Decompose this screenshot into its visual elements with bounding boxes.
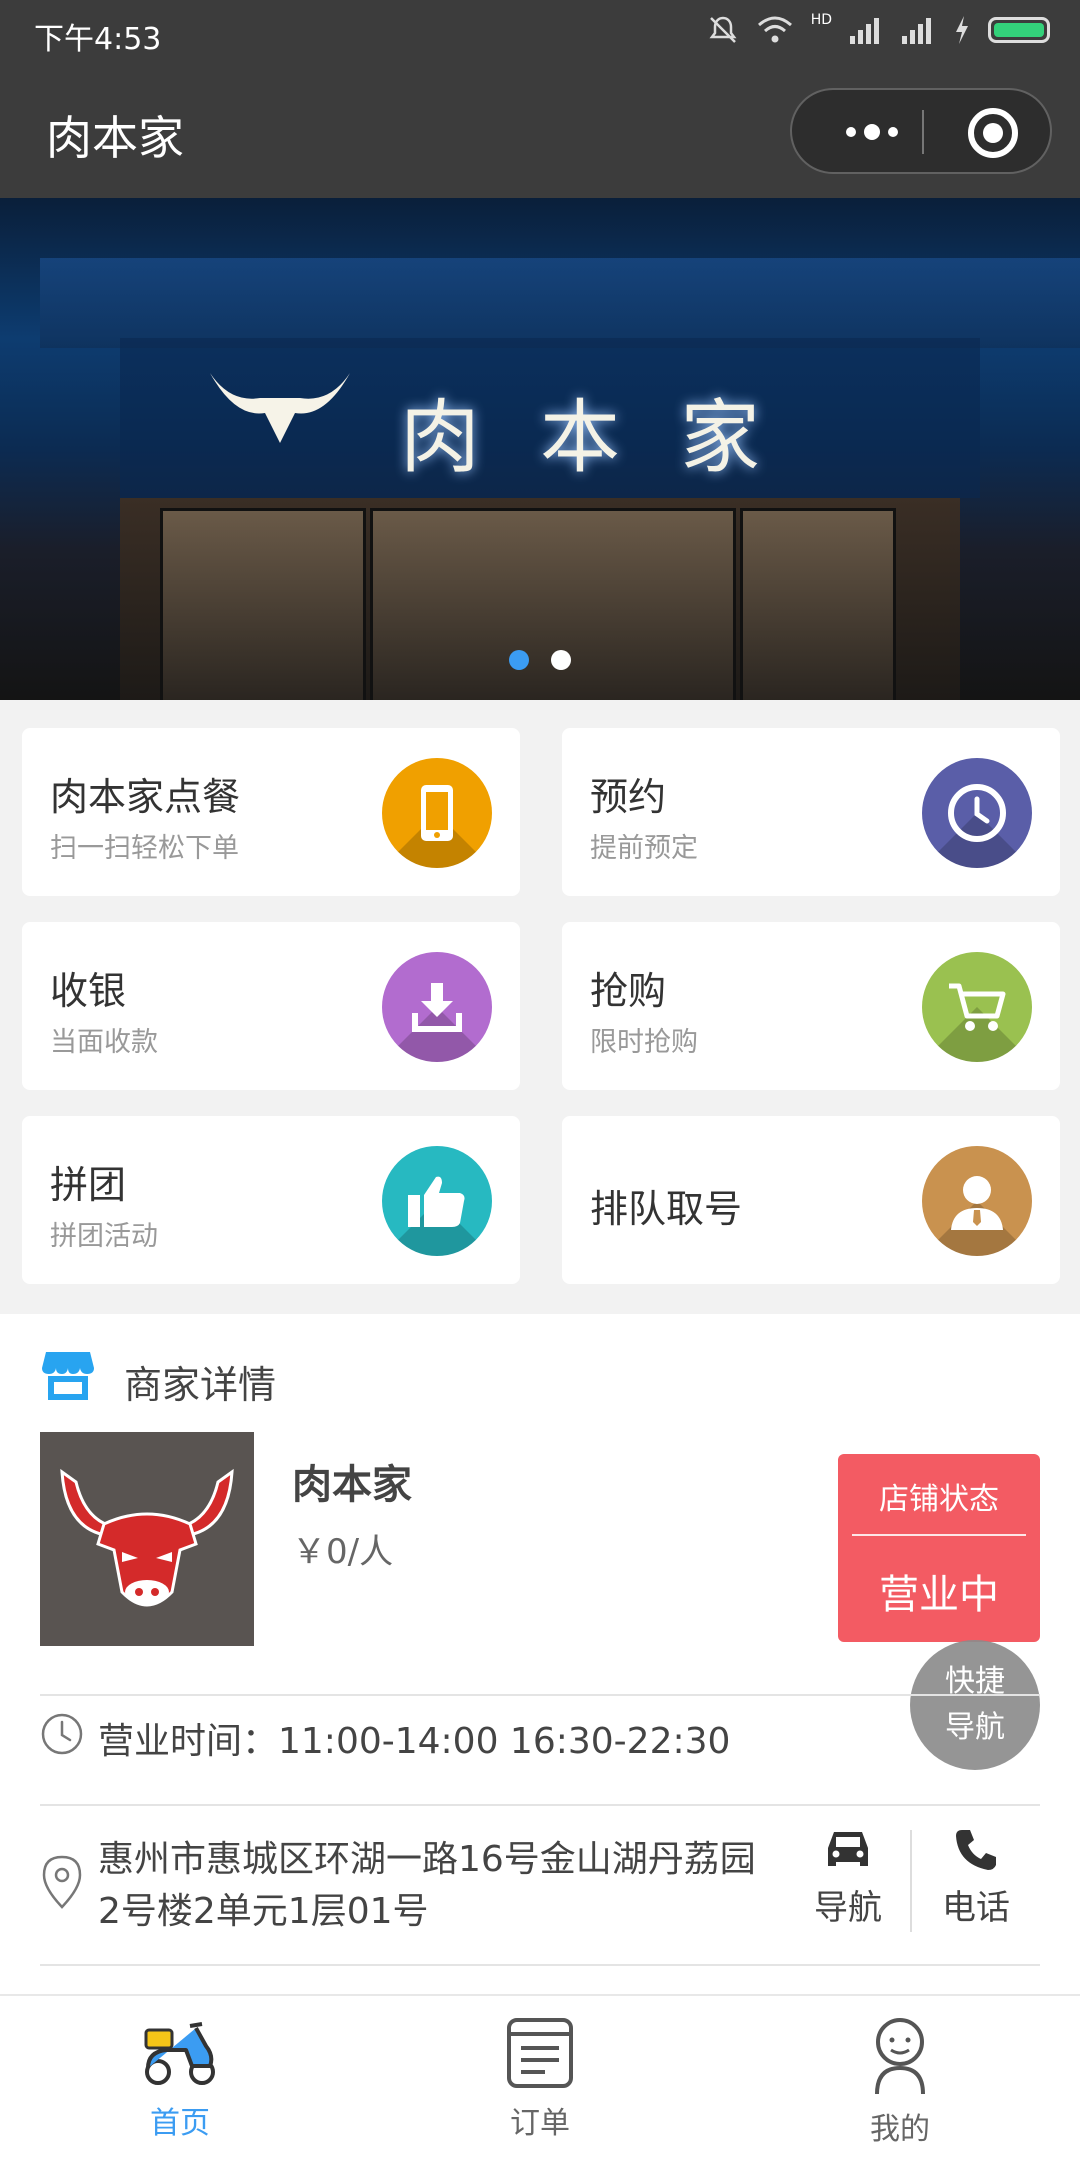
status-bar: 下午4:53 HD (0, 0, 1080, 66)
tab-profile[interactable]: 我的 (800, 2016, 1000, 2148)
feature-title: 抢购 (590, 969, 667, 1013)
divider (40, 1694, 1040, 1696)
download-icon (382, 952, 492, 1062)
status-time: 下午4:53 (34, 22, 162, 57)
phone-icon (382, 758, 492, 868)
shop-status-label: 店铺状态 (879, 1482, 999, 1517)
shop-status-badge: 店铺状态 营业中 (838, 1454, 1040, 1642)
carousel-dot[interactable] (551, 650, 571, 670)
banner-roof (40, 258, 1080, 348)
signal-icon (850, 18, 879, 44)
status-icons: HD (707, 12, 1050, 46)
network-type: HD (810, 12, 832, 28)
quick-nav-label: 导航 (945, 1710, 1005, 1745)
order-list-icon (507, 2018, 573, 2088)
banner-window (740, 508, 896, 700)
carousel-dot[interactable] (509, 650, 529, 670)
feature-title: 排队取号 (590, 1187, 743, 1231)
divider (40, 1964, 1040, 1966)
call-label: 电话 (942, 1888, 1010, 1928)
shop-status-divider (852, 1534, 1026, 1536)
store-icon (42, 1352, 94, 1400)
navigate-label: 导航 (814, 1888, 882, 1928)
tab-home[interactable]: 首页 (80, 2016, 280, 2142)
feature-card-flash-sale[interactable]: 抢购 限时抢购 (562, 922, 1060, 1090)
feature-subtitle: 提前预定 (590, 833, 698, 864)
merchant-logo (40, 1432, 254, 1646)
merchant-details: 商家详情 肉本家 ￥0/人 店铺状态 营业中 快捷 导航 营业时间：11:00-… (0, 1314, 1080, 1994)
tab-label: 订单 (510, 2106, 570, 2141)
mini-program-capsule (790, 88, 1052, 174)
feature-card-cashier[interactable]: 收银 当面收款 (22, 922, 520, 1090)
carousel-indicators (0, 650, 1080, 670)
page-title: 肉本家 (46, 111, 184, 165)
tab-orders[interactable]: 订单 (440, 2016, 640, 2142)
banner-window (160, 508, 366, 700)
feature-subtitle: 拼团活动 (50, 1221, 158, 1252)
person-icon (922, 1146, 1032, 1256)
tab-label: 首页 (150, 2106, 210, 2141)
banner-carousel[interactable]: 肉本家 (0, 198, 1080, 700)
bull-logo-icon (210, 373, 350, 443)
charging-icon (956, 16, 968, 44)
business-hours: 营业时间：11:00-14:00 16:30-22:30 (98, 1721, 731, 1762)
user-icon (875, 2018, 925, 2095)
divider (40, 1804, 1040, 1806)
feature-card-queue[interactable]: 排队取号 (562, 1116, 1060, 1284)
clock-icon (41, 1713, 83, 1755)
bull-logo-icon (60, 1468, 234, 1607)
navigate-button[interactable]: 导航 (793, 1828, 903, 1929)
quick-nav-button[interactable]: 快捷 导航 (910, 1640, 1040, 1770)
quick-nav-label: 快捷 (945, 1664, 1005, 1699)
wifi-icon (757, 16, 792, 43)
merchant-address: 惠州市惠城区环湖一路16号金山湖丹荔园2号楼2单元1层01号 (98, 1839, 756, 1932)
capsule-divider (922, 110, 924, 154)
merchant-name: 肉本家 (292, 1462, 412, 1508)
feature-title: 预约 (590, 775, 667, 819)
feature-subtitle: 扫一扫轻松下单 (50, 833, 239, 864)
thumbs-up-icon (382, 1146, 492, 1256)
mute-icon (709, 16, 737, 43)
bottom-tab-bar: 首页 订单 我的 (0, 1994, 1080, 2162)
signal-icon-2 (902, 18, 931, 44)
feature-card-order[interactable]: 肉本家点餐 扫一扫轻松下单 (22, 728, 520, 896)
close-target-icon[interactable] (968, 108, 1018, 158)
clock-icon (922, 758, 1032, 868)
location-pin-icon (42, 1855, 82, 1909)
car-icon (828, 1832, 868, 1866)
feature-title: 收银 (50, 969, 127, 1013)
call-button[interactable]: 电话 (921, 1828, 1031, 1929)
section-title: 商家详情 (124, 1363, 277, 1407)
feature-title: 拼团 (50, 1163, 127, 1207)
nav-bar: 肉本家 (0, 66, 1080, 198)
phone-call-icon (956, 1830, 996, 1870)
feature-subtitle: 限时抢购 (590, 1027, 698, 1058)
banner-sign-text: 肉本家 (400, 391, 820, 484)
feature-subtitle: 当面收款 (50, 1027, 158, 1058)
tab-label: 我的 (870, 2112, 930, 2147)
more-menu-button[interactable] (832, 104, 912, 160)
feature-card-reservation[interactable]: 预约 提前预定 (562, 728, 1060, 896)
feature-title: 肉本家点餐 (50, 775, 241, 819)
shop-status-value: 营业中 (879, 1572, 999, 1618)
scooter-icon (144, 2022, 215, 2085)
banner-window (370, 508, 736, 700)
feature-card-group-buy[interactable]: 拼团 拼团活动 (22, 1116, 520, 1284)
battery-icon (988, 17, 1050, 43)
cart-icon (922, 952, 1032, 1062)
action-divider (910, 1830, 912, 1932)
merchant-price: ￥0/人 (292, 1532, 394, 1572)
